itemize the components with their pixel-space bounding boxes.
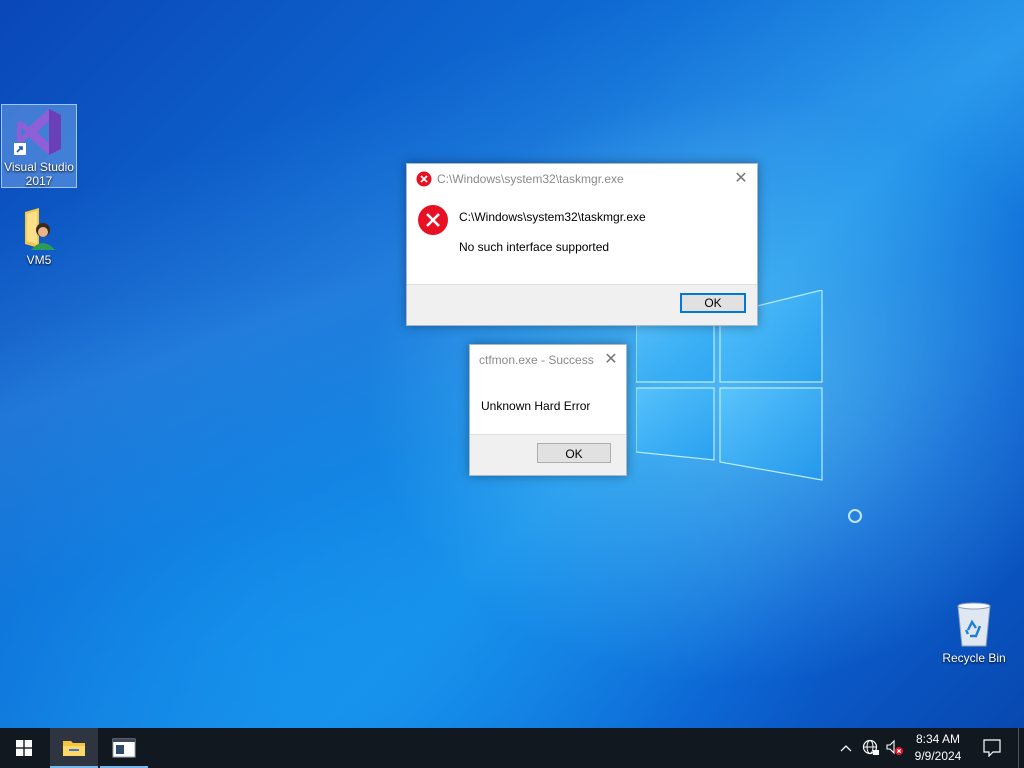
dialog-message-error: No such interface supported xyxy=(459,240,610,254)
error-icon xyxy=(418,205,448,235)
chevron-up-icon xyxy=(840,745,852,752)
loading-spinner-icon xyxy=(848,509,862,523)
dialog-message: Unknown Hard Error xyxy=(481,399,591,413)
tray-volume-button[interactable] xyxy=(884,728,906,768)
desktop-icon-label: Recycle Bin xyxy=(942,651,1006,665)
close-icon[interactable]: ✕ xyxy=(601,350,621,370)
taskbar-clock[interactable]: 8:34 AM 9/9/2024 xyxy=(906,731,970,765)
dialog-titlebar[interactable]: C:\Windows\system32\taskmgr.exe ✕ xyxy=(407,164,757,194)
action-center-button[interactable] xyxy=(976,728,1008,768)
desktop-icon-label: Visual Studio xyxy=(4,160,74,174)
tray-network-button[interactable] xyxy=(860,728,882,768)
desktop-icon-visual-studio[interactable]: Visual Studio 2017 xyxy=(1,104,77,188)
taskbar-file-explorer[interactable] xyxy=(50,728,98,768)
desktop-icon-label: VM5 xyxy=(26,253,52,267)
speaker-muted-icon xyxy=(886,739,903,755)
dialog-title: ctfmon.exe - Success xyxy=(479,353,594,367)
clock-date: 9/9/2024 xyxy=(914,749,962,763)
dialog-ctfmon: ctfmon.exe - Success ✕ Unknown Hard Erro… xyxy=(469,344,627,476)
dialog-message-path: C:\Windows\system32\taskmgr.exe xyxy=(459,210,646,224)
dialog-title: C:\Windows\system32\taskmgr.exe xyxy=(437,172,624,186)
error-icon xyxy=(416,171,432,187)
taskbar-app-window[interactable] xyxy=(100,728,148,768)
recycle-bin-icon xyxy=(957,602,991,647)
close-icon[interactable]: ✕ xyxy=(731,169,751,189)
app-window-icon xyxy=(112,738,136,758)
notification-icon xyxy=(983,739,1001,757)
windows-start-icon xyxy=(16,740,32,756)
start-button[interactable] xyxy=(0,728,48,768)
clock-time: 8:34 AM xyxy=(915,732,961,746)
taskbar: 8:34 AM 9/9/2024 xyxy=(0,728,1024,768)
shortcut-arrow-icon xyxy=(14,143,26,155)
folder-user-icon xyxy=(25,208,55,250)
desktop-icon-recycle-bin[interactable]: Recycle Bin xyxy=(936,600,1012,670)
desktop-icon-label: 2017 xyxy=(25,174,53,188)
desktop-icon-vm5[interactable]: VM5 xyxy=(1,206,77,276)
file-explorer-icon xyxy=(63,741,85,756)
show-desktop-button[interactable] xyxy=(1018,728,1024,768)
network-icon xyxy=(862,739,879,755)
error-dialog-taskmgr: C:\Windows\system32\taskmgr.exe ✕ C:\Win… xyxy=(406,163,758,326)
dialog-titlebar[interactable]: ctfmon.exe - Success ✕ xyxy=(470,345,626,375)
ok-button[interactable]: OK xyxy=(680,293,746,313)
tray-overflow-button[interactable] xyxy=(836,728,856,768)
ok-button[interactable]: OK xyxy=(537,443,611,463)
